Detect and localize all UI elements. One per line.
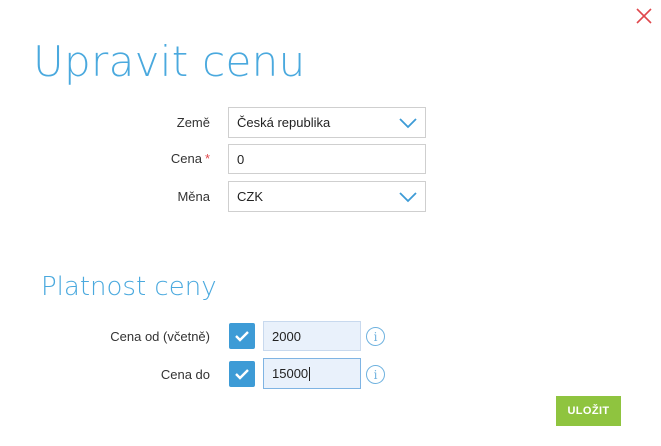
- check-icon: [235, 369, 249, 380]
- price-from-checkbox[interactable]: [229, 323, 255, 349]
- info-icon[interactable]: i: [366, 365, 385, 384]
- chevron-down-icon: [398, 115, 418, 134]
- price-input[interactable]: 0: [228, 144, 426, 174]
- currency-value: CZK: [237, 189, 263, 204]
- country-label: Země: [176, 115, 210, 130]
- price-value: 0: [237, 151, 245, 167]
- check-icon: [235, 331, 249, 342]
- dialog-title: Upravit cenu: [33, 37, 306, 86]
- validity-section-title: Platnost ceny: [41, 272, 217, 302]
- price-label: Cena *: [120, 151, 210, 167]
- price-to-label: Cena do: [160, 367, 210, 382]
- price-from-input[interactable]: 2000: [263, 321, 361, 351]
- currency-select[interactable]: CZK: [228, 181, 426, 212]
- price-from-value: 2000: [272, 328, 301, 344]
- country-select[interactable]: Česká republika: [228, 107, 426, 138]
- close-icon[interactable]: [633, 5, 655, 27]
- price-to-value: 15000: [272, 366, 309, 381]
- currency-label: Měna: [177, 189, 210, 204]
- price-from-label: Cena od (včetně): [110, 329, 210, 344]
- price-label-text: Cena: [170, 151, 202, 166]
- text-caret: [309, 366, 311, 381]
- chevron-down-icon: [398, 189, 418, 208]
- info-icon[interactable]: i: [366, 327, 385, 346]
- price-to-input[interactable]: 15000: [263, 358, 361, 389]
- save-button[interactable]: ULOŽIT: [556, 396, 621, 426]
- price-to-checkbox[interactable]: [229, 361, 255, 387]
- required-mark: *: [204, 151, 210, 166]
- country-value: Česká republika: [237, 115, 331, 130]
